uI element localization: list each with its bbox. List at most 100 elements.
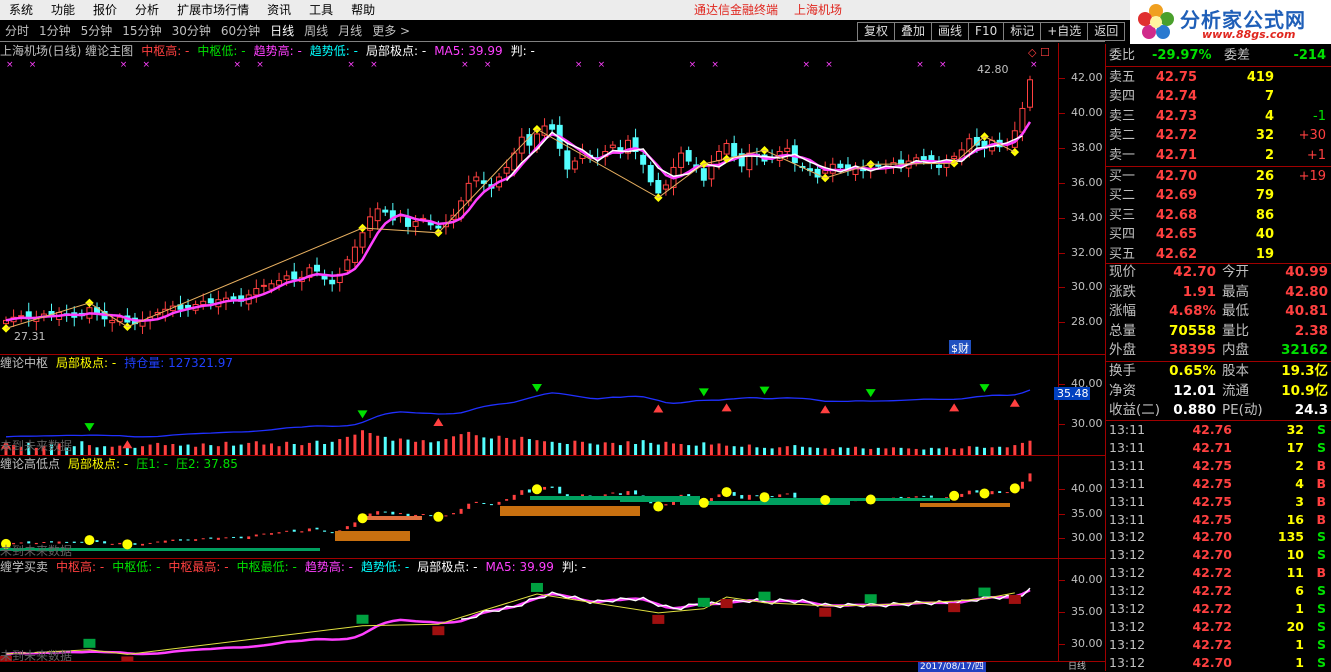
toolbar-button-5[interactable]: +自选 (1040, 22, 1089, 41)
mini-candle (148, 542, 152, 544)
mini-candle (315, 527, 319, 530)
level-price: 42.72 (1155, 128, 1197, 144)
volume-bar (277, 446, 281, 455)
volume-bar (899, 447, 903, 455)
toolbar-button-4[interactable]: 标记 (1003, 22, 1042, 41)
axis-tick-label: 40.00 (1071, 482, 1103, 495)
stat-value: 42.70 (1173, 264, 1216, 280)
mini-candle (80, 541, 84, 543)
period-tab-2[interactable]: 5分钟 (76, 20, 118, 42)
tick-price: 42.71 (1192, 439, 1232, 455)
tick-side: B (1316, 493, 1326, 509)
mini-candle (520, 490, 524, 495)
period-tab-0[interactable]: 分时 (0, 20, 34, 42)
mini-candle (398, 513, 402, 515)
tick-price: 42.72 (1192, 618, 1232, 634)
menu-item-2[interactable]: 报价 (84, 0, 126, 20)
mini-candle (603, 494, 607, 496)
level-label: 买四 (1109, 227, 1136, 243)
period-tab-6[interactable]: 日线 (265, 20, 299, 42)
level-change: -1 (1313, 108, 1326, 124)
level-price: 42.75 (1155, 70, 1197, 85)
level-volume: 2 (1264, 147, 1274, 163)
volume-bar (945, 447, 949, 455)
volume-bar (406, 439, 410, 455)
window-controls-icon[interactable]: ◇ ☐ (1028, 46, 1050, 59)
period-tab-5[interactable]: 60分钟 (216, 20, 265, 42)
menu-item-3[interactable]: 分析 (126, 0, 168, 20)
sub-chart-1[interactable]: 缠论中枢 局部极点: - 持仓量: 127321.97 40.00 30.00 35.… (0, 355, 1105, 455)
sell-signal-icon (530, 582, 543, 592)
candle-body (207, 298, 214, 304)
mini-candle (269, 533, 273, 535)
candle-body (837, 163, 844, 168)
buy-arrow-icon (433, 418, 444, 427)
period-tab-3[interactable]: 15分钟 (117, 20, 166, 42)
menu-item-0[interactable]: 系统 (0, 0, 42, 20)
pivot-dot (84, 535, 95, 546)
tick-row: 13:12 42.72 1 S (1106, 636, 1331, 654)
tick-row: 13:12 42.70 10 S (1106, 546, 1331, 564)
menu-item-4[interactable]: 扩展市场行情 (168, 0, 258, 20)
signal-mark: × (143, 60, 151, 70)
candle-body (405, 217, 412, 227)
menu-item-5[interactable]: 资讯 (258, 0, 300, 20)
toolbar-button-6[interactable]: 返回 (1087, 22, 1126, 41)
sub2-chart[interactable] (0, 456, 1058, 558)
volume-bar (391, 440, 395, 455)
sub-chart-2[interactable]: 缠论高低点 局部极点: - 压1: - 压2: 37.85 40.00 35.00 30.… (0, 456, 1105, 558)
volume-bar (110, 446, 114, 455)
main-candle-chart[interactable]: × × × × × × × × × × × × × × × × × × × (0, 43, 1058, 354)
toolbar-button-0[interactable]: 复权 (857, 22, 896, 41)
volume-bar (133, 447, 137, 455)
volume-bar (634, 444, 638, 455)
buy-signal-icon (1008, 594, 1021, 604)
tick-time: 13:12 (1109, 529, 1146, 545)
level-label: 卖五 (1109, 70, 1136, 85)
sub-chart-3[interactable]: 缠学买卖 中枢高: - 中枢低: - 中枢最高: - 中枢最低: - 趋势高: - 趋势低:… (0, 559, 1105, 663)
period-tab-7[interactable]: 周线 (299, 20, 333, 42)
volume-bar (679, 444, 683, 455)
mini-candle (178, 539, 182, 541)
volume-bar (239, 444, 243, 455)
volume-bar (444, 439, 448, 455)
toolbar-button-1[interactable]: 叠加 (894, 22, 933, 41)
volume-bar (580, 441, 584, 455)
tick-volume: 32 (1286, 422, 1304, 437)
stat-value: 10.9亿 (1281, 382, 1328, 399)
tick-time: 13:11 (1109, 439, 1146, 455)
sub3-zigzag (5, 592, 1015, 655)
ma5-line (5, 121, 1032, 323)
quote-panel: 委比 -29.97% 委差 -214 卖五 42.75 419 卖四 42.74 7 卖三 4… (1105, 44, 1331, 671)
tick-side: S (1316, 618, 1326, 634)
candle-body (253, 288, 260, 296)
main-chart-panel[interactable]: 上海机场(日线) 缠论主图 中枢高: - 中枢低: - 趋势高: - 趋势低: - 局部极… (0, 43, 1105, 356)
candle-body (564, 150, 571, 170)
period-tab-4[interactable]: 30分钟 (167, 20, 216, 42)
mini-candle (505, 499, 509, 501)
period-tab-1[interactable]: 1分钟 (34, 20, 76, 42)
toolbar-button-2[interactable]: 画线 (931, 22, 970, 41)
volume-bar (641, 440, 645, 455)
mini-candle (922, 495, 926, 497)
mini-candle (1005, 492, 1009, 494)
menu-item-6[interactable]: 工具 (300, 0, 342, 20)
menu-item-1[interactable]: 功能 (42, 0, 84, 20)
sub1-chart[interactable] (0, 355, 1058, 455)
sell-arrow-icon (698, 388, 709, 397)
volume-bar (361, 430, 365, 455)
period-tab-8[interactable]: 月线 (333, 20, 367, 42)
menu-item-7[interactable]: 帮助 (342, 0, 384, 20)
volume-bar (216, 446, 220, 455)
date-axis: 2017/08/17/四 日线 (0, 661, 1105, 672)
candle-body (678, 152, 685, 168)
pivot-dot (979, 488, 990, 499)
sub3-chart[interactable] (0, 559, 1058, 661)
volume-bar (103, 446, 107, 455)
mini-candle (163, 540, 167, 543)
level-change: +19 (1298, 169, 1326, 184)
period-tab-9[interactable]: 更多 > (367, 20, 415, 42)
toolbar-button-3[interactable]: F10 (968, 22, 1005, 41)
tick-volume: 4 (1295, 475, 1304, 491)
mini-candle (740, 495, 744, 499)
